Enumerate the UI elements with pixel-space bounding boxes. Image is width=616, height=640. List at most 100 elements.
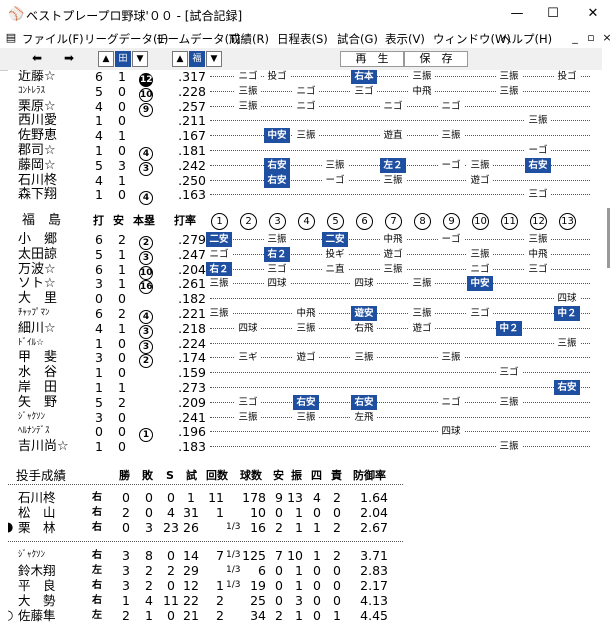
throwing-hand: 右 [92, 550, 102, 561]
player-name: 甲 斐 [18, 350, 58, 366]
at-bats: 5 [95, 246, 103, 262]
column-header: 本塁 [133, 214, 155, 227]
down-arrow-icon[interactable]: ▼ [206, 51, 222, 67]
play-button[interactable]: 再 生 [340, 51, 404, 67]
pitch-stat-l: 0 [145, 490, 153, 505]
at-bat-result: 遊直 [380, 128, 406, 144]
prev-arrow-icon[interactable]: ⬅ [30, 51, 44, 65]
maximize-icon[interactable]: ☐ [536, 4, 570, 24]
throwing-hand: 左 [92, 610, 102, 621]
save-button[interactable]: 保 存 [404, 51, 468, 67]
at-bats: 5 [95, 394, 103, 410]
pitch-stat-h: 2 [275, 608, 283, 623]
separator [8, 484, 403, 485]
at-bats: 1 [95, 143, 103, 158]
at-bat-result: 三ゴ [264, 261, 290, 277]
down-arrow-icon[interactable]: ▼ [132, 51, 148, 67]
player-name: 吉川尚☆ [18, 439, 69, 455]
window-title: ベストプレープロ野球'００ - [試合記録] [26, 9, 243, 23]
vertical-scrollbar[interactable] [602, 48, 616, 640]
innings-fraction: 1/3 [226, 565, 241, 575]
player-name: ソト☆ [18, 276, 56, 292]
inning-number: 7 [385, 213, 402, 230]
pitch-stat-s: 0 [167, 608, 175, 623]
at-bat-result: 右安 [554, 380, 580, 395]
player-name: ﾄﾞｲﾙ☆ [18, 337, 45, 348]
pitch-stat-s: 11 [163, 593, 179, 608]
pitch-stat-k: 13 [287, 490, 303, 505]
pitch-stat-er: 2 [333, 490, 341, 505]
pitch-stat-h: 0 [275, 505, 283, 520]
team1-button[interactable]: 田 [115, 51, 131, 67]
mdi-close-icon[interactable]: × [600, 31, 614, 44]
hits: 0 [118, 187, 126, 203]
player-name: 藤岡☆ [18, 157, 56, 173]
pitch-stat-bf: 34 [250, 608, 266, 623]
pitch-stat-w: 3 [122, 548, 130, 563]
home-runs-value: 4 [139, 191, 153, 206]
at-bats: 6 [95, 70, 103, 84]
mdi-restore-icon[interactable]: ▫ [584, 31, 598, 44]
era: 4.13 [360, 593, 388, 608]
pitch-stat-k: 1 [295, 520, 303, 535]
dotted-line [210, 446, 590, 448]
pitch-stat-bb: 1 [313, 520, 321, 535]
batter-row: 矢 野 5 2 .209 三ゴ 右安 右安 ニゴ 三振 [8, 394, 602, 410]
pitch-stat-h: 2 [275, 520, 283, 535]
pitch-stat-w: 1 [122, 593, 130, 608]
at-bat-result: ニゴ [293, 83, 319, 99]
menu-item[interactable]: 表示(V) [385, 31, 425, 47]
pitch-stat-l: 1 [145, 608, 153, 623]
batter-row: ｼﾞｬｸｿﾝ 3 0 .241 三振 三振 左飛 [8, 409, 602, 425]
pitch-stat-w: 0 [122, 490, 130, 505]
pitch-stat-l: 2 [145, 563, 153, 578]
pitch-stat-er: 0 [333, 563, 341, 578]
at-bat-result: 三振 [293, 128, 319, 144]
menu-item[interactable]: ファイル(F) [22, 31, 84, 47]
pitch-stat-bf: 19 [250, 578, 266, 593]
batting-average: .182 [178, 291, 206, 307]
next-arrow-icon[interactable]: ➡ [62, 51, 76, 65]
at-bat-result: 四球 [438, 424, 464, 440]
at-bat-result: 二安 [322, 232, 348, 247]
batter-row: 水 谷 1 0 .159 三ゴ [8, 365, 602, 381]
at-bat-result: 三ゴ [525, 261, 551, 277]
at-bat-result: 三ゴ [496, 365, 522, 381]
at-bat-result: 三ゴ [525, 187, 551, 203]
up-arrow-icon[interactable]: ▲ [172, 51, 188, 67]
at-bat-result: 三振 [351, 350, 377, 366]
pitch-stat-l: 8 [145, 548, 153, 563]
mdi-minimize-icon[interactable]: _ [568, 31, 582, 44]
at-bat-result: 三振 [380, 172, 406, 188]
innings-pitched: 11 [208, 490, 224, 505]
menu-item[interactable]: ヘルプ(H) [500, 31, 552, 47]
pitch-stat-bb: 4 [313, 490, 321, 505]
dotted-line [210, 401, 590, 403]
menu-item[interactable]: 試合(G) [337, 31, 378, 47]
scrollbar-thumb[interactable] [607, 208, 610, 268]
home-runs: 4 [139, 188, 153, 206]
up-arrow-icon[interactable]: ▲ [98, 51, 114, 67]
menu-item[interactable]: 日程表(S) [277, 31, 328, 47]
document-icon[interactable]: ▤ [4, 31, 18, 44]
menu-item[interactable]: チームデータ(T) [156, 31, 241, 47]
hits: 0 [118, 439, 126, 455]
batting-average: .218 [178, 320, 206, 336]
pitch-stat-w: 2 [122, 608, 130, 623]
pitch-stat-s: 0 [167, 578, 175, 593]
hits: 0 [118, 365, 126, 381]
batter-row: 石川柊 4 1 .250 右安 ーゴ 三振 遊ゴ [8, 172, 602, 188]
hits: 2 [118, 394, 126, 410]
close-icon[interactable]: ✕ [576, 4, 610, 24]
at-bat-result: ーゴ [525, 143, 551, 158]
at-bat-result: 三振 [409, 276, 435, 292]
menu-item[interactable]: 成績(R) [229, 31, 269, 47]
hits: 2 [118, 306, 126, 321]
at-bats: 0 [95, 424, 103, 440]
column-header: 試 [186, 469, 197, 482]
pitch-stat-l: 0 [145, 505, 153, 520]
minimize-icon[interactable]: — [500, 4, 534, 24]
team2-button[interactable]: 福 [189, 51, 205, 67]
batting-average: .221 [178, 306, 206, 321]
at-bats: 3 [95, 350, 103, 366]
